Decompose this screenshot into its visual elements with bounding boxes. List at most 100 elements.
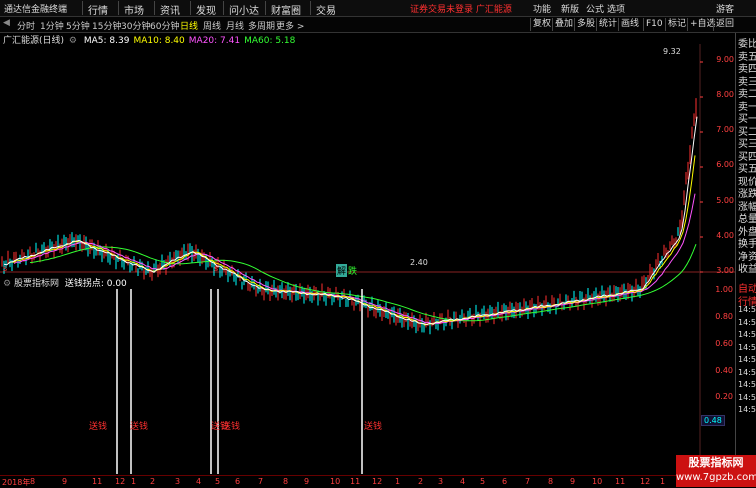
date-label: 2 [418,477,424,486]
date-label: 9 [304,477,310,486]
date-label: 8 [548,477,554,486]
date-label: 7 [525,477,531,486]
period-tab-3[interactable]: 15分钟 [92,19,121,32]
tick-time-5[interactable]: 14:50 [738,343,756,352]
menu-item-5[interactable]: 财富圈 [271,2,301,17]
price-axis-label: 7.00 [716,125,734,134]
tool-button-3[interactable]: 统计 [596,18,619,31]
watermark-logo: 股票指标网 www.7gpzb.com [676,455,756,487]
tick-time-8[interactable]: 14:50 [738,380,756,389]
menu-item-2[interactable]: 资讯 [160,2,180,17]
tick-time-6[interactable]: 14:50 [738,355,756,364]
tick-time-9[interactable]: 14:50 [738,393,756,402]
date-label: 8 [283,477,289,486]
tick-time-2[interactable]: 14:50 [738,305,756,314]
period-tab-4[interactable]: 30分钟 [121,19,150,32]
indicator-value: 送钱拐点: 0.00 [64,279,127,289]
menu-separator [265,1,266,15]
date-axis: 2018年 8 9 11 12 1 2 3 4 5 6 7 8 9 10 11 12 1 2 3 4 5 6 7 8 9 10 11 1… [0,475,735,488]
system-menu-4[interactable]: 游客 [716,2,734,15]
signal-label: 送钱 [222,422,241,432]
date-label: 1 [131,477,137,486]
indicator-axis-label: 0.60 [715,339,733,348]
date-label: 8 [30,477,36,486]
quote-field-18[interactable]: 收益 [738,260,756,275]
date-label: 11 [350,477,361,486]
period-tab-9[interactable]: 多周期 [248,19,275,32]
date-label: 12 [115,477,126,486]
period-tab-5[interactable]: 60分钟 [150,19,179,32]
price-axis-label: 9.00 [716,55,734,64]
indicator-name: 股票指标网 [13,279,59,289]
tick-time-3[interactable]: 14:50 [738,318,756,327]
drop-badge[interactable]: 跌 [348,264,357,277]
tick-time-4[interactable]: 14:50 [738,330,756,339]
price-axis-label: 6.00 [716,160,734,169]
tick-time-10[interactable]: 14:50 [738,405,756,414]
menu-item-6[interactable]: 交易 [316,2,336,17]
indicator-axis-label: 1.00 [715,285,733,294]
tool-button-6[interactable]: 标记 [665,18,688,31]
system-menu-1[interactable]: 新版 [561,2,579,15]
tool-button-1[interactable]: 叠加 [552,18,575,31]
menu-item-4[interactable]: 问小达 [229,2,259,17]
price-axis-label: 8.00 [716,90,734,99]
settings-gear-icon[interactable]: ⚙ [3,279,11,289]
signal-label: 送钱 [89,422,108,432]
tool-button-5[interactable]: F10 [643,18,665,31]
date-label: 11 [92,477,103,486]
price-axis-label: 5.00 [716,196,734,205]
unlock-badge[interactable]: 解 [336,264,348,277]
system-menu-0[interactable]: 功能 [533,2,551,15]
marker-s-1: s [3,264,8,273]
menu-item-3[interactable]: 发现 [196,2,216,17]
date-label: 2018年 [2,478,31,487]
system-menu-3[interactable]: 选项 [607,2,625,15]
tick-time-7[interactable]: 14:50 [738,368,756,377]
date-label: 3 [175,477,181,486]
menu-item-1[interactable]: 市场 [124,2,144,17]
tool-button-0[interactable]: 复权 [530,18,553,31]
toolbar-toggle-icon[interactable]: ◀ [3,18,10,28]
date-label: 10 [330,477,341,486]
date-label: 4 [460,477,466,486]
max-price-label: 9.32 [663,47,681,56]
period-tab-0[interactable]: 分时 [17,19,35,32]
indicator-axis-label: 0.40 [715,366,733,375]
date-label: 1 [660,477,666,486]
indicator-current-value: 0.48 [701,415,725,426]
indicator-axis-label: 0.20 [715,392,733,401]
menu-separator [82,1,83,15]
date-label: 6 [502,477,508,486]
period-tab-7[interactable]: 周线 [203,19,221,32]
ma60-line [29,244,697,322]
tool-button-8[interactable]: 返回 [713,18,736,31]
period-tab-2[interactable]: 5分钟 [66,19,90,32]
menu-item-0[interactable]: 行情 [88,2,108,17]
indicator-axis-label: 0.80 [715,312,733,321]
tool-button-4[interactable]: 画线 [618,18,641,31]
menu-separator [310,1,311,15]
period-tab-10[interactable]: 更多 > [276,19,304,32]
min-price-label: 2.40 [410,258,428,267]
period-tab-6[interactable]: 日线 [180,19,198,32]
system-menu-2[interactable]: 公式 [586,2,604,15]
date-label: 7 [258,477,264,486]
menu-separator [223,1,224,15]
period-tab-1[interactable]: 1分钟 [40,19,64,32]
app-title: 通达信金融终端 [4,5,68,15]
menu-separator [190,1,191,15]
tool-button-2[interactable]: 多股 [574,18,597,31]
period-tab-8[interactable]: 月线 [226,19,244,32]
date-label: 1 [395,477,401,486]
watermark-url: www.7gpzb.com [676,472,756,483]
marker-s-2: s [214,264,219,273]
price-chart[interactable] [0,44,735,475]
menu-separator [118,1,119,15]
price-axis-label: 4.00 [716,231,734,240]
date-label: 5 [480,477,486,486]
menu-separator [154,1,155,15]
watermark-title: 股票指标网 [688,456,744,469]
login-status[interactable]: 证券交易未登录 广汇能源 [410,2,512,15]
date-label: 9 [570,477,576,486]
